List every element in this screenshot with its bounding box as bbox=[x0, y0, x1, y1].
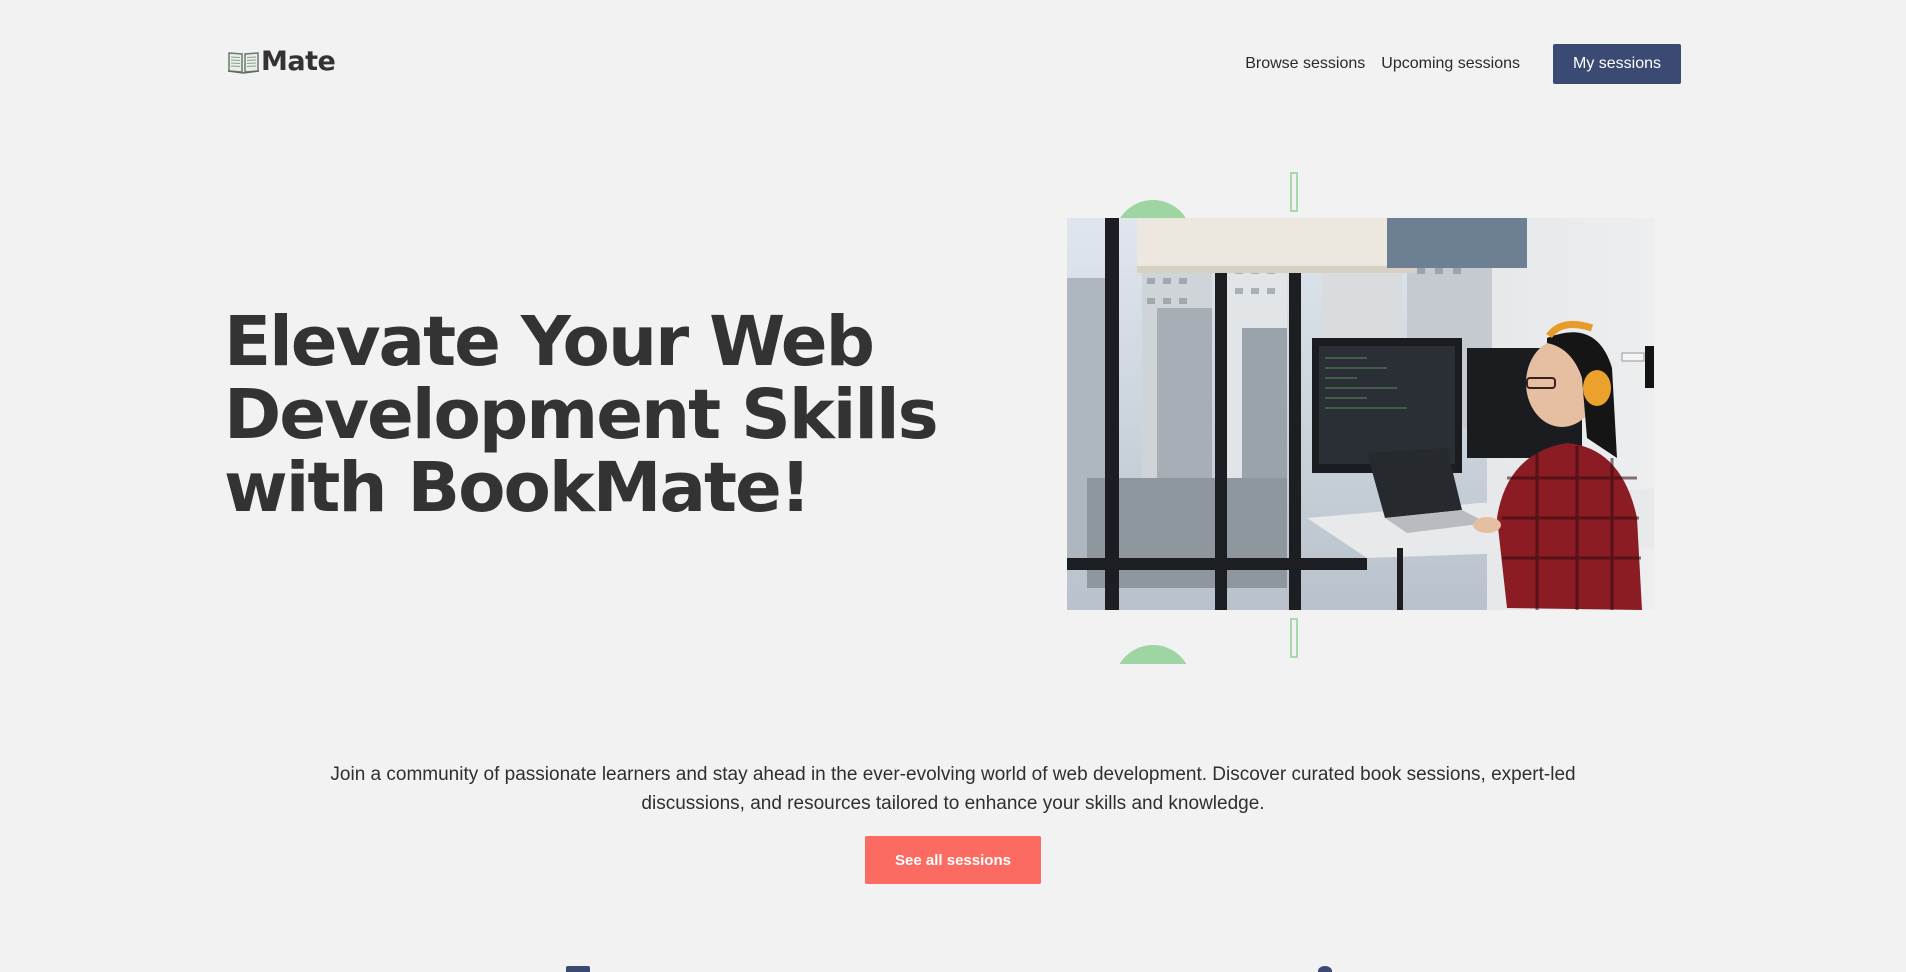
my-sessions-button[interactable]: My sessions bbox=[1553, 44, 1681, 84]
hero-art-clip bbox=[1066, 170, 1666, 664]
hero-photo bbox=[1067, 218, 1654, 610]
hero-illustration bbox=[1066, 170, 1666, 670]
hero-title-line-2: Development Skills bbox=[224, 375, 939, 455]
decorative-bar-top bbox=[1290, 172, 1298, 212]
logo[interactable]: Mate bbox=[227, 46, 336, 77]
intro-paragraph: Join a community of passionate learners … bbox=[330, 764, 1576, 814]
decorative-circle-bottom bbox=[1114, 645, 1192, 664]
logo-text: Mate bbox=[261, 46, 336, 77]
feature-icon-partial-left bbox=[566, 966, 590, 972]
hero-title-line-3: with BookMate! bbox=[224, 448, 811, 528]
decorative-bar-bottom bbox=[1290, 618, 1298, 658]
see-all-sessions-button[interactable]: See all sessions bbox=[865, 836, 1041, 884]
developer-at-workstation-photo bbox=[1067, 218, 1654, 610]
hero-title-line-1: Elevate Your Web bbox=[224, 302, 875, 382]
landing-page: Mate Browse sessions Upcoming sessions M… bbox=[0, 0, 1906, 972]
nav-browse-sessions[interactable]: Browse sessions bbox=[1245, 55, 1365, 73]
nav-upcoming-sessions[interactable]: Upcoming sessions bbox=[1381, 55, 1520, 73]
hero-title: Elevate Your Web Development Skills with… bbox=[224, 306, 944, 525]
main-nav: Browse sessions Upcoming sessions My ses… bbox=[1245, 44, 1681, 84]
open-book-icon bbox=[227, 51, 260, 74]
feature-icon-partial-right bbox=[1318, 966, 1332, 972]
